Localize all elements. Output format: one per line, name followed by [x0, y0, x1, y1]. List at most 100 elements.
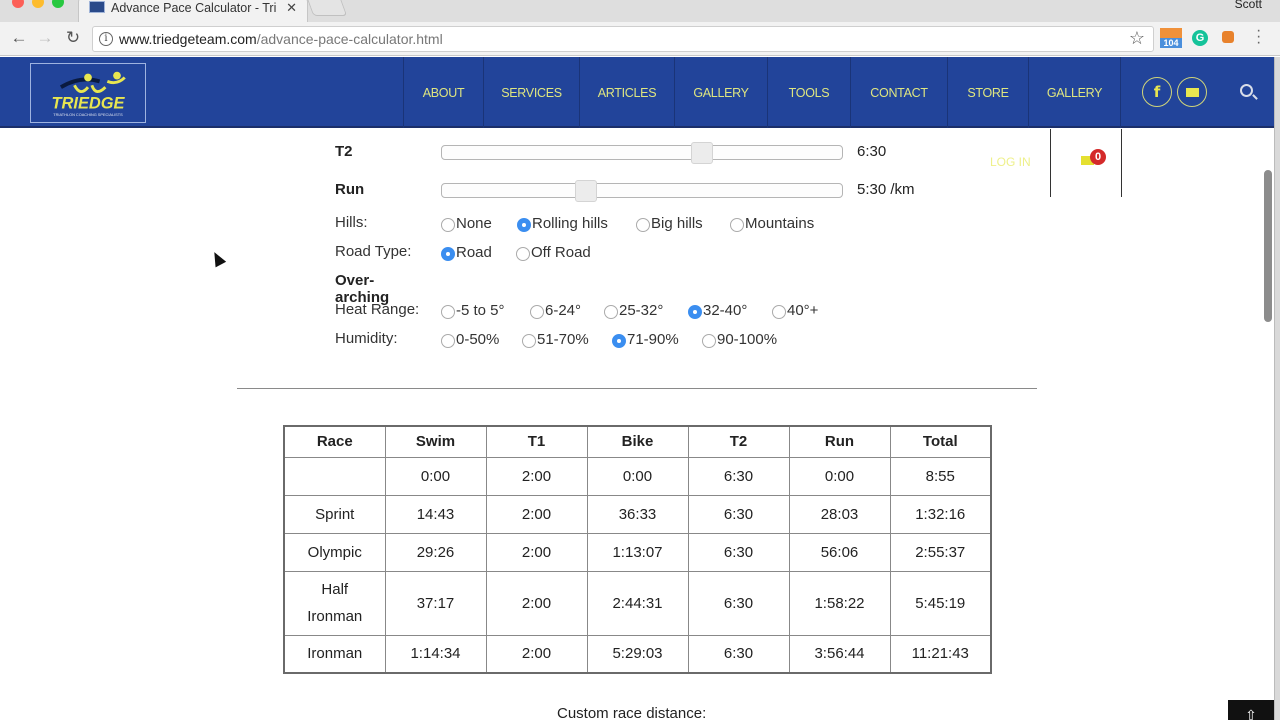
radio-option[interactable]: None — [441, 214, 492, 232]
humidity-label: Humidity: — [335, 330, 398, 347]
scrollbar-thumb[interactable] — [1264, 170, 1272, 322]
radio-label: 40°+ — [787, 301, 819, 319]
radio-label: 71-90% — [627, 330, 679, 348]
radio-label: Big hills — [651, 214, 703, 232]
email-icon[interactable] — [1177, 77, 1207, 107]
slider-label: T2 — [335, 143, 353, 160]
close-window-button[interactable] — [12, 0, 24, 8]
radio-option[interactable]: 90-100% — [702, 330, 777, 348]
browser-tab[interactable]: Advance Pace Calculator - Tri ✕ — [78, 0, 308, 22]
radio-option[interactable]: Off Road — [516, 243, 591, 261]
triedge-logo-icon: TRIEDGE TRIATHLON COACHING SPECIALISTS — [52, 71, 126, 117]
nav-store[interactable]: STORE — [947, 57, 1028, 128]
cart-area: 0 — [1050, 129, 1122, 197]
radio-button[interactable] — [688, 305, 702, 319]
radio-button[interactable] — [772, 305, 786, 319]
radio-button[interactable] — [612, 334, 626, 348]
browser-menu-icon[interactable]: · · · — [1256, 23, 1261, 51]
radio-option[interactable]: Mountains — [730, 214, 814, 232]
fox-extension-icon[interactable] — [1222, 31, 1234, 43]
nav-articles[interactable]: ARTICLES — [579, 57, 674, 128]
radio-option[interactable]: -5 to 5° — [441, 301, 505, 319]
new-tab-button[interactable] — [306, 0, 348, 16]
table-cell: 2:00 — [485, 456, 588, 496]
radio-button[interactable] — [441, 305, 455, 319]
radio-button[interactable] — [517, 218, 531, 232]
radio-option[interactable]: 51-70% — [522, 330, 589, 348]
header-t1: T1 — [485, 425, 588, 458]
table-cell: 1:32:16 — [889, 494, 992, 534]
radio-button[interactable] — [530, 305, 544, 319]
browser-tab-strip: Advance Pace Calculator - Tri ✕ Scott — [0, 0, 1280, 22]
radio-button[interactable] — [441, 218, 455, 232]
nav-services[interactable]: SERVICES — [483, 57, 579, 128]
zoom-window-button[interactable] — [52, 0, 64, 8]
table-row: Half Ironman 37:17 2:00 2:44:31 6:30 1:58:22 5… — [283, 570, 992, 636]
nav-gallery[interactable]: GALLERY — [674, 57, 767, 128]
heat-range-label: Heat Range: — [335, 301, 420, 318]
forward-arrow-icon[interactable]: → — [34, 28, 56, 48]
search-icon[interactable] — [1240, 84, 1253, 97]
radio-button[interactable] — [441, 334, 455, 348]
radio-label: 90-100% — [717, 330, 778, 348]
mail-extension-icon[interactable]: 104 — [1160, 28, 1182, 50]
radio-option[interactable]: 32-40° — [688, 301, 747, 319]
radio-option[interactable]: Big hills — [636, 214, 703, 232]
nav-tools[interactable]: TOOLS — [767, 57, 850, 128]
slider-label: Run — [335, 181, 365, 198]
tab-title: Advance Pace Calculator - Tri — [111, 1, 277, 15]
radio-label: 32-40° — [703, 301, 748, 319]
bookmark-star-icon[interactable]: ☆ — [1129, 28, 1145, 49]
table-cell: Sprint — [283, 494, 386, 534]
radio-button[interactable] — [441, 247, 455, 261]
run-slider[interactable] — [441, 180, 843, 202]
table-cell: 0:00 — [586, 456, 689, 496]
radio-option[interactable]: 6-24° — [530, 301, 581, 319]
header-swim: Swim — [384, 425, 487, 458]
header-total: Total — [889, 425, 992, 458]
table-cell: 6:30 — [687, 456, 790, 496]
mail-count-badge: 104 — [1160, 38, 1182, 48]
grammarly-extension-icon[interactable]: G — [1192, 30, 1208, 46]
table-cell: 29:26 — [384, 532, 487, 572]
back-arrow-icon[interactable]: ← — [8, 28, 30, 48]
radio-button[interactable] — [516, 247, 530, 261]
radio-label: Mountains — [745, 214, 815, 232]
reload-icon[interactable]: ↻ — [62, 28, 84, 48]
site-logo[interactable]: TRIEDGE TRIATHLON COACHING SPECIALISTS — [30, 63, 146, 123]
table-cell: 2:44:31 — [586, 570, 689, 636]
radio-option[interactable]: Road — [441, 243, 492, 261]
info-icon[interactable]: i — [99, 32, 113, 46]
radio-option[interactable]: Rolling hills — [517, 214, 608, 232]
nav-contact[interactable]: CONTACT — [850, 57, 947, 128]
radio-option[interactable]: 71-90% — [612, 330, 679, 348]
logo-subtitle: TRIATHLON COACHING SPECIALISTS — [53, 113, 123, 117]
scrollbar-track[interactable] — [1274, 57, 1280, 720]
slider-thumb[interactable] — [575, 180, 597, 202]
profile-name[interactable]: Scott — [1235, 0, 1262, 11]
nav-about[interactable]: ABOUT — [403, 57, 483, 128]
table-cell: 2:55:37 — [889, 532, 992, 572]
radio-button[interactable] — [522, 334, 536, 348]
t2-slider[interactable] — [441, 142, 843, 164]
close-tab-icon[interactable]: ✕ — [286, 0, 297, 16]
radio-label: 0-50% — [456, 330, 500, 348]
radio-button[interactable] — [702, 334, 716, 348]
facebook-icon[interactable]: f — [1142, 77, 1172, 107]
minimize-window-button[interactable] — [32, 0, 44, 8]
radio-option[interactable]: 25-32° — [604, 301, 663, 319]
address-bar[interactable]: i www.triedgeteam.com/advance-pace-calcu… — [92, 26, 1154, 52]
table-cell: 1:13:07 — [586, 532, 689, 572]
radio-option[interactable]: 0-50% — [441, 330, 499, 348]
nav-gallery-2[interactable]: GALLERY — [1028, 57, 1121, 128]
radio-button[interactable] — [730, 218, 744, 232]
login-link[interactable]: LOG IN — [990, 155, 1031, 169]
back-to-top-button[interactable]: ⇧ — [1228, 700, 1274, 720]
radio-label: Road — [456, 243, 492, 261]
slider-thumb[interactable] — [691, 142, 713, 164]
table-cell: 2:00 — [485, 634, 588, 674]
radio-button[interactable] — [636, 218, 650, 232]
header-t2: T2 — [687, 425, 790, 458]
radio-option[interactable]: 40°+ — [772, 301, 818, 319]
radio-button[interactable] — [604, 305, 618, 319]
